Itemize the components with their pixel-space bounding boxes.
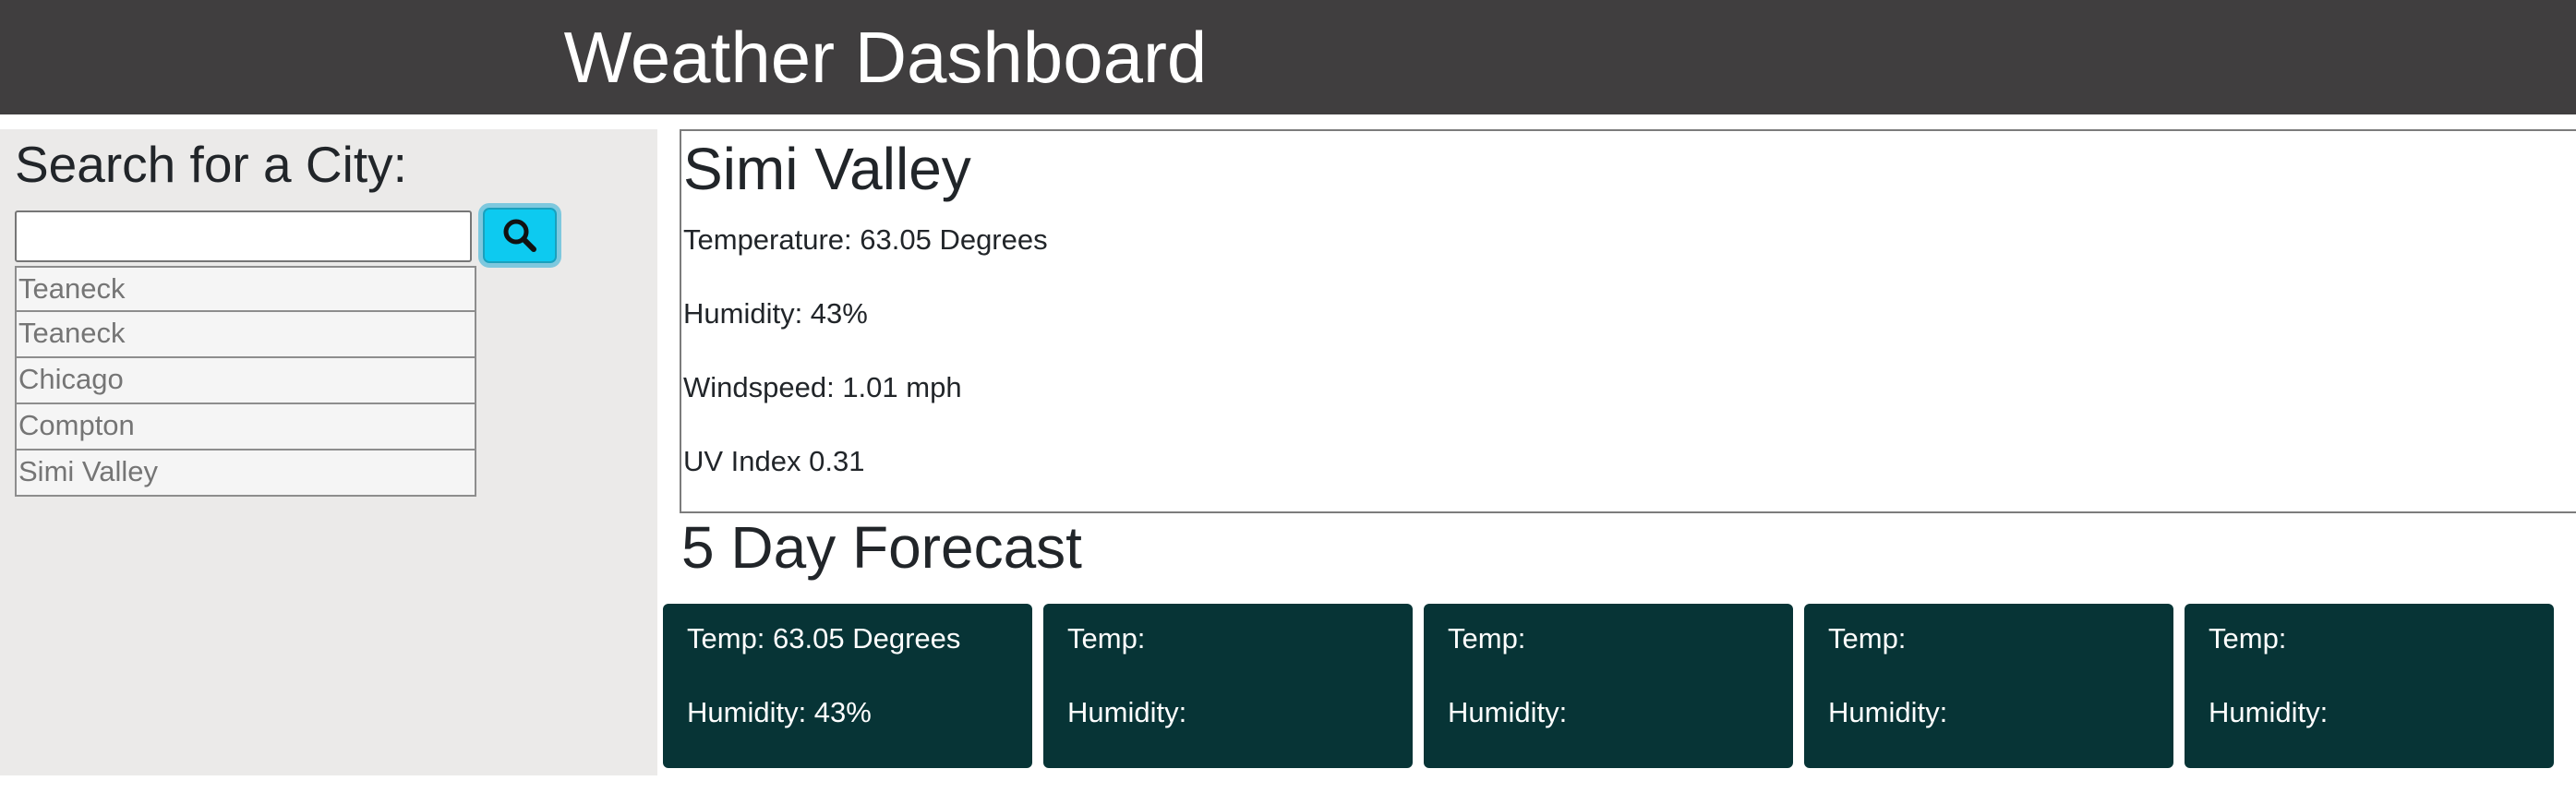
- current-weather-panel: Simi Valley Temperature: 63.05 Degrees H…: [680, 129, 2576, 513]
- current-windspeed: Windspeed: 1.01 mph: [683, 371, 962, 403]
- search-button[interactable]: [478, 203, 561, 268]
- history-item[interactable]: Teaneck: [15, 266, 476, 312]
- current-city-name: Simi Valley: [683, 136, 971, 202]
- forecast-humidity: Humidity:: [1828, 696, 1948, 728]
- current-humidity: Humidity: 43%: [683, 297, 868, 330]
- forecast-humidity: Humidity:: [1448, 696, 1568, 728]
- forecast-card: Temp: 63.05 Degrees Humidity: 43%: [663, 604, 1032, 768]
- forecast-card: Temp: Humidity:: [2185, 604, 2554, 768]
- page-title: Weather Dashboard: [563, 17, 1208, 98]
- forecast-card: Temp: Humidity:: [1804, 604, 2173, 768]
- forecast-temp: Temp:: [2209, 622, 2287, 655]
- sidebar: Search for a City: Teaneck Teaneck Chica…: [0, 129, 657, 775]
- forecast-humidity: Humidity:: [1067, 696, 1187, 728]
- forecast-card: Temp: Humidity:: [1424, 604, 1793, 768]
- forecast-humidity: Humidity:: [2209, 696, 2329, 728]
- history-item[interactable]: Teaneck: [15, 312, 476, 358]
- history-item[interactable]: Simi Valley: [15, 451, 476, 497]
- search-history-list: Teaneck Teaneck Chicago Compton Simi Val…: [15, 266, 476, 497]
- city-search-input[interactable]: [15, 210, 472, 262]
- forecast-card: Temp: Humidity:: [1043, 604, 1413, 768]
- search-heading: Search for a City:: [15, 136, 407, 193]
- forecast-temp: Temp: 63.05 Degrees: [687, 622, 961, 655]
- forecast-title: 5 Day Forecast: [681, 514, 1082, 581]
- history-item[interactable]: Compton: [15, 404, 476, 451]
- forecast-humidity: Humidity: 43%: [687, 696, 872, 728]
- current-temperature: Temperature: 63.05 Degrees: [683, 223, 1048, 256]
- history-item[interactable]: Chicago: [15, 358, 476, 404]
- forecast-temp: Temp:: [1448, 622, 1526, 655]
- app-header: Weather Dashboard: [0, 0, 2576, 114]
- current-uv-index: UV Index 0.31: [683, 445, 865, 477]
- search-icon: [503, 219, 536, 252]
- forecast-temp: Temp:: [1067, 622, 1146, 655]
- forecast-temp: Temp:: [1828, 622, 1907, 655]
